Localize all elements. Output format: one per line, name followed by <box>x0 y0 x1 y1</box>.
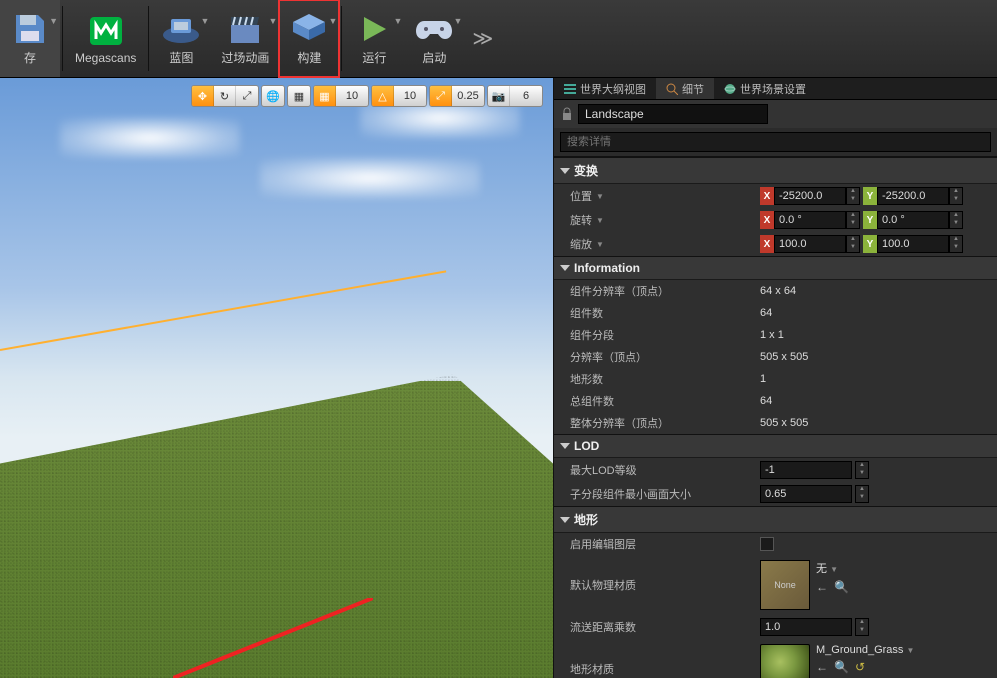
viewport[interactable]: ✥ ↻ ⤢ 🌐 ▦ ▦ 10 △ 10 <box>0 78 553 678</box>
streaming-mult-input[interactable] <box>760 618 852 636</box>
landscape-material-thumbnail[interactable] <box>760 644 810 678</box>
info-value: 64 <box>760 395 772 407</box>
cinematic-button[interactable]: 过场动画 ▼ <box>211 0 279 77</box>
scale-snap-value[interactable]: 0.25 <box>452 86 484 106</box>
dropdown-icon[interactable]: ▼ <box>453 16 462 26</box>
grid-snap-value[interactable]: 10 <box>336 86 368 106</box>
dropdown-icon[interactable]: ▼ <box>268 16 277 26</box>
blueprint-icon <box>161 11 201 47</box>
list-icon <box>564 83 576 95</box>
landscape-material-dropdown[interactable]: M_Ground_Grass ▼ <box>816 644 914 656</box>
coord-space-icon[interactable]: 🌐 <box>262 86 284 106</box>
subsection-min-input[interactable] <box>760 485 852 503</box>
tab-outliner[interactable]: 世界大纲视图 <box>554 78 656 99</box>
build-button[interactable]: 构建 ▼ <box>279 0 339 77</box>
disclose-icon <box>560 168 570 174</box>
section-lod[interactable]: LOD <box>554 434 997 458</box>
megascans-button[interactable]: Megascans <box>65 0 146 77</box>
axis-x-label: X <box>760 187 774 205</box>
tab-world-settings[interactable]: 世界场景设置 <box>714 78 816 99</box>
info-value: 1 <box>760 373 766 385</box>
reset-icon[interactable]: ↺ <box>855 660 865 674</box>
info-label: 整体分辨率（顶点） <box>570 415 760 431</box>
panel-tabs: 世界大纲视图 细节 世界场景设置 <box>554 78 997 100</box>
dropdown-icon[interactable]: ▼ <box>328 16 337 26</box>
angle-snap-value[interactable]: 10 <box>394 86 426 106</box>
camera-speed-icon[interactable]: 📷 <box>488 86 510 106</box>
phys-material-dropdown[interactable]: 无 ▼ <box>816 560 849 576</box>
info-row: 整体分辨率（顶点）505 x 505 <box>554 412 997 434</box>
section-information[interactable]: Information <box>554 256 997 280</box>
scale-y-input[interactable] <box>877 235 949 253</box>
info-label: 组件数 <box>570 305 760 321</box>
section-transform[interactable]: 变换 <box>554 157 997 184</box>
max-lod-input[interactable] <box>760 461 852 479</box>
play-button[interactable]: 运行 ▼ <box>344 0 404 77</box>
scale-x-input[interactable] <box>774 235 846 253</box>
use-selected-icon[interactable]: ← <box>816 660 828 674</box>
lock-icon[interactable] <box>560 107 574 121</box>
blueprint-button[interactable]: 蓝图 ▼ <box>151 0 211 77</box>
scale-snap-icon[interactable]: ⤢ <box>430 86 452 106</box>
rotation-x-input[interactable] <box>774 211 846 229</box>
build-icon <box>289 11 329 47</box>
info-label: 总组件数 <box>570 393 760 409</box>
search-input[interactable] <box>560 132 991 152</box>
axis-y-label: Y <box>863 187 877 205</box>
dropdown-icon[interactable]: ▼ <box>49 16 58 26</box>
transform-scale-icon[interactable]: ⤢ <box>236 86 258 106</box>
info-row: 地形数1 <box>554 368 997 390</box>
details-panel: 世界大纲视图 细节 世界场景设置 变换 <box>553 78 997 678</box>
angle-snap-icon[interactable]: △ <box>372 86 394 106</box>
info-value: 1 x 1 <box>760 329 784 341</box>
save-icon <box>10 11 50 47</box>
info-label: 分辨率（顶点） <box>570 349 760 365</box>
transform-move-icon[interactable]: ✥ <box>192 86 214 106</box>
browse-icon[interactable]: 🔍 <box>834 660 849 674</box>
info-value: 505 x 505 <box>760 351 808 363</box>
info-value: 64 <box>760 307 772 319</box>
save-button[interactable]: 存 ▼ <box>0 0 60 77</box>
info-row: 组件分辨率（顶点）64 x 64 <box>554 280 997 302</box>
surface-snap-icon[interactable]: ▦ <box>288 86 310 106</box>
grid-snap-icon[interactable]: ▦ <box>314 86 336 106</box>
location-x-input[interactable] <box>774 187 846 205</box>
play-icon <box>354 11 394 47</box>
clapboard-icon <box>225 11 265 47</box>
viewport-toolbar: ✥ ↻ ⤢ 🌐 ▦ ▦ 10 △ 10 <box>189 83 545 109</box>
phys-material-thumbnail[interactable]: None <box>760 560 810 610</box>
location-y-input[interactable] <box>877 187 949 205</box>
enable-layers-checkbox[interactable] <box>760 537 774 551</box>
rotation-y-input[interactable] <box>877 211 949 229</box>
gamepad-icon <box>414 11 454 47</box>
info-value: 64 x 64 <box>760 285 796 297</box>
info-row: 组件数64 <box>554 302 997 324</box>
actor-name-input[interactable] <box>578 104 768 124</box>
camera-speed-value[interactable]: 6 <box>510 86 542 106</box>
spinner[interactable]: ▲▼ <box>846 187 860 205</box>
info-row: 组件分段1 x 1 <box>554 324 997 346</box>
spinner[interactable]: ▲▼ <box>949 187 963 205</box>
section-terrain[interactable]: 地形 <box>554 506 997 533</box>
magnifier-icon <box>666 83 678 95</box>
globe-icon <box>724 83 736 95</box>
main-toolbar: 存 ▼ Megascans 蓝图 ▼ 过场动画 ▼ <box>0 0 997 78</box>
use-selected-icon[interactable]: ← <box>816 580 828 594</box>
info-row: 总组件数64 <box>554 390 997 412</box>
info-label: 组件分辨率（顶点） <box>570 283 760 299</box>
dropdown-icon[interactable]: ▼ <box>393 16 402 26</box>
megascans-icon <box>86 13 126 49</box>
browse-icon[interactable]: 🔍 <box>834 580 849 594</box>
transform-rotate-icon[interactable]: ↻ <box>214 86 236 106</box>
tab-details[interactable]: 细节 <box>656 78 714 99</box>
launch-button[interactable]: 启动 ▼ <box>404 0 464 77</box>
info-value: 505 x 505 <box>760 417 808 429</box>
dropdown-icon[interactable]: ▼ <box>200 16 209 26</box>
info-label: 组件分段 <box>570 327 760 343</box>
info-row: 分辨率（顶点）505 x 505 <box>554 346 997 368</box>
viewport-3d[interactable] <box>0 78 553 678</box>
info-label: 地形数 <box>570 371 760 387</box>
toolbar-overflow-icon[interactable]: ≫ <box>464 0 501 77</box>
